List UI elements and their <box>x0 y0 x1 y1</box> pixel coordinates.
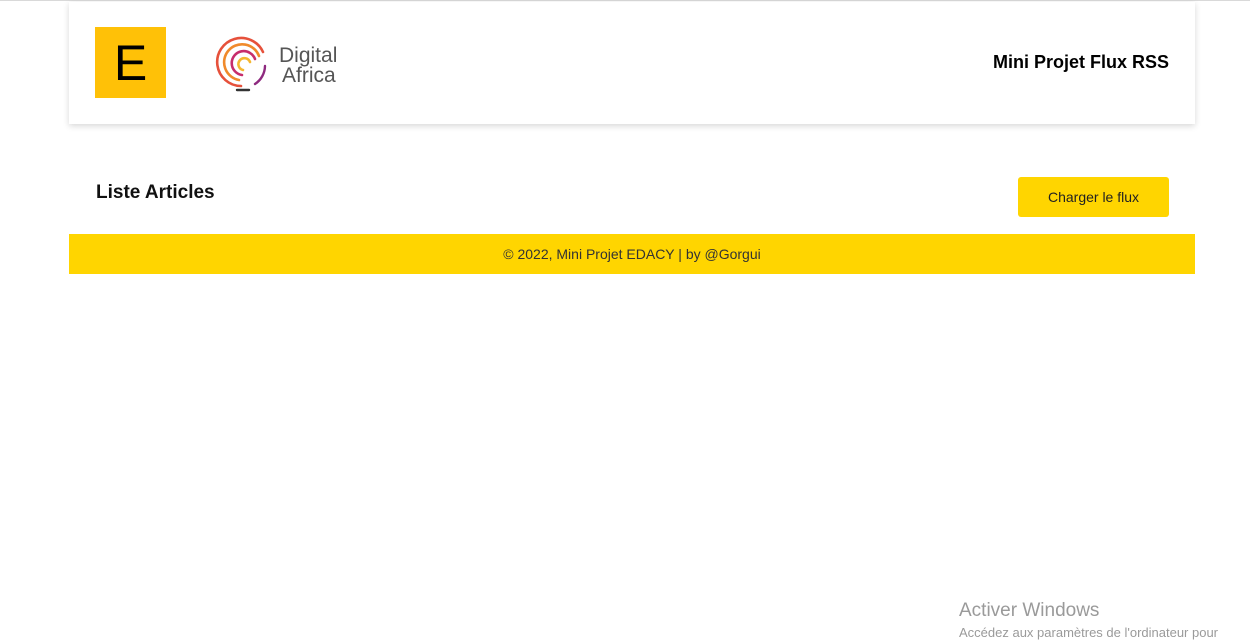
load-feed-button[interactable]: Charger le flux <box>1018 177 1169 217</box>
site-header: E Digital Africa Mini Projet Flux RSS <box>69 2 1195 124</box>
watermark-title: Activer Windows <box>959 600 1100 621</box>
edacy-logo-letter: E <box>113 34 148 91</box>
digital-africa-logo-line1: Digital <box>279 44 338 67</box>
app-title: Mini Projet Flux RSS <box>992 52 1169 72</box>
site-footer: © 2022, Mini Projet EDACY | by @Gorgui <box>69 234 1195 274</box>
window-top-border <box>0 0 1250 1</box>
digital-africa-logo-line2: Africa <box>282 64 336 87</box>
watermark-subtitle: Accédez aux paramètres de l'ordinateur p… <box>959 624 1219 640</box>
digital-africa-emblem-icon <box>215 36 267 92</box>
footer-text: © 2022, Mini Projet EDACY | by @Gorgui <box>503 246 761 262</box>
edacy-logo[interactable]: E <box>95 27 166 98</box>
section-title: Liste Articles <box>96 182 215 203</box>
digital-africa-logo[interactable]: Digital Africa <box>215 30 345 96</box>
windows-activation-watermark: Activer Windows Accédez aux paramètres d… <box>959 600 1218 640</box>
